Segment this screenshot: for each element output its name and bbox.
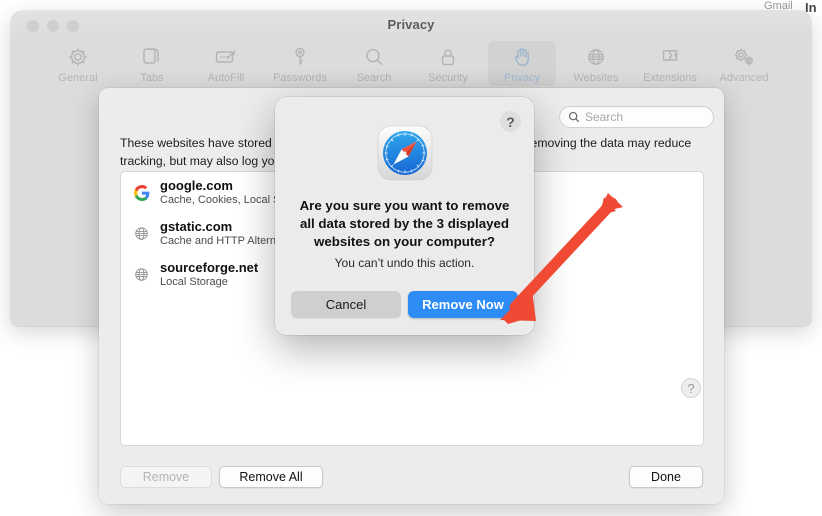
remove-now-button[interactable]: Remove Now — [408, 291, 518, 318]
globe-favicon — [133, 266, 150, 283]
search-icon — [362, 44, 386, 70]
tabs-icon — [140, 44, 164, 70]
toolbar-label-security: Security — [428, 72, 468, 84]
toolbar-tab-advanced[interactable]: Advanced — [710, 41, 778, 86]
toolbar-label-passwords: Passwords — [273, 72, 327, 84]
safari-icon — [375, 123, 435, 183]
search-icon — [568, 111, 580, 123]
toolbar-tab-general[interactable]: General — [44, 41, 112, 86]
toolbar-tab-tabs[interactable]: Tabs — [118, 41, 186, 86]
toolbar-tab-autofill[interactable]: AutoFill — [192, 41, 260, 86]
toolbar-label-advanced: Advanced — [719, 72, 769, 84]
confirmation-alert-dialog: ? Are you sure you want to remove all da… — [275, 97, 534, 335]
gear-icon — [66, 44, 90, 70]
alert-subtitle: You can’t undo this action. — [334, 256, 475, 270]
toolbar-tab-search[interactable]: Search — [340, 41, 408, 86]
site-name: sourceforge.net — [160, 260, 259, 275]
toolbar-tab-privacy[interactable]: Privacy — [488, 41, 556, 86]
toolbar-label-general: General — [58, 72, 98, 84]
google-favicon — [133, 184, 150, 201]
toolbar-tab-passwords[interactable]: Passwords — [266, 41, 334, 86]
remove-all-button[interactable]: Remove All — [219, 466, 323, 488]
globe-icon — [584, 44, 608, 70]
toolbar-tab-extensions[interactable]: Extensions — [636, 41, 704, 86]
key-icon — [288, 44, 312, 70]
help-button[interactable]: ? — [500, 111, 521, 132]
window-titlebar: Privacy — [11, 11, 811, 39]
alert-title: Are you sure you want to remove all data… — [299, 198, 510, 249]
sheet-button-bar: Remove Remove All Done — [99, 452, 724, 504]
site-detail: Local Storage — [160, 276, 228, 288]
help-button[interactable]: ? — [681, 378, 701, 398]
puzzle-icon — [658, 44, 682, 70]
toolbar-label-search: Search — [356, 72, 392, 84]
toolbar-tab-security[interactable]: Security — [414, 41, 482, 86]
search-input-placeholder: Search — [585, 110, 624, 124]
toolbar-label-privacy: Privacy — [503, 72, 541, 84]
window-title: Privacy — [387, 17, 435, 32]
done-button[interactable]: Done — [629, 466, 703, 488]
lock-icon — [436, 44, 460, 70]
gears-icon — [731, 44, 757, 70]
toolbar-label-extensions: Extensions — [643, 72, 697, 84]
preferences-toolbar: General Tabs AutoFill Passwords Search S… — [11, 39, 811, 92]
toolbar-label-tabs: Tabs — [140, 72, 164, 84]
toolbar-label-websites: Websites — [573, 72, 619, 84]
autofill-icon — [213, 44, 239, 70]
toolbar-tab-websites[interactable]: Websites — [562, 41, 630, 86]
cancel-button[interactable]: Cancel — [291, 291, 401, 318]
remove-button[interactable]: Remove — [120, 466, 212, 488]
search-input[interactable]: Search — [559, 106, 714, 128]
toolbar-label-autofill: AutoFill — [207, 72, 245, 84]
screen-root: Gmail In Privacy General Tabs AutoFill P… — [0, 0, 822, 516]
globe-favicon — [133, 225, 150, 242]
hand-icon — [510, 44, 534, 70]
